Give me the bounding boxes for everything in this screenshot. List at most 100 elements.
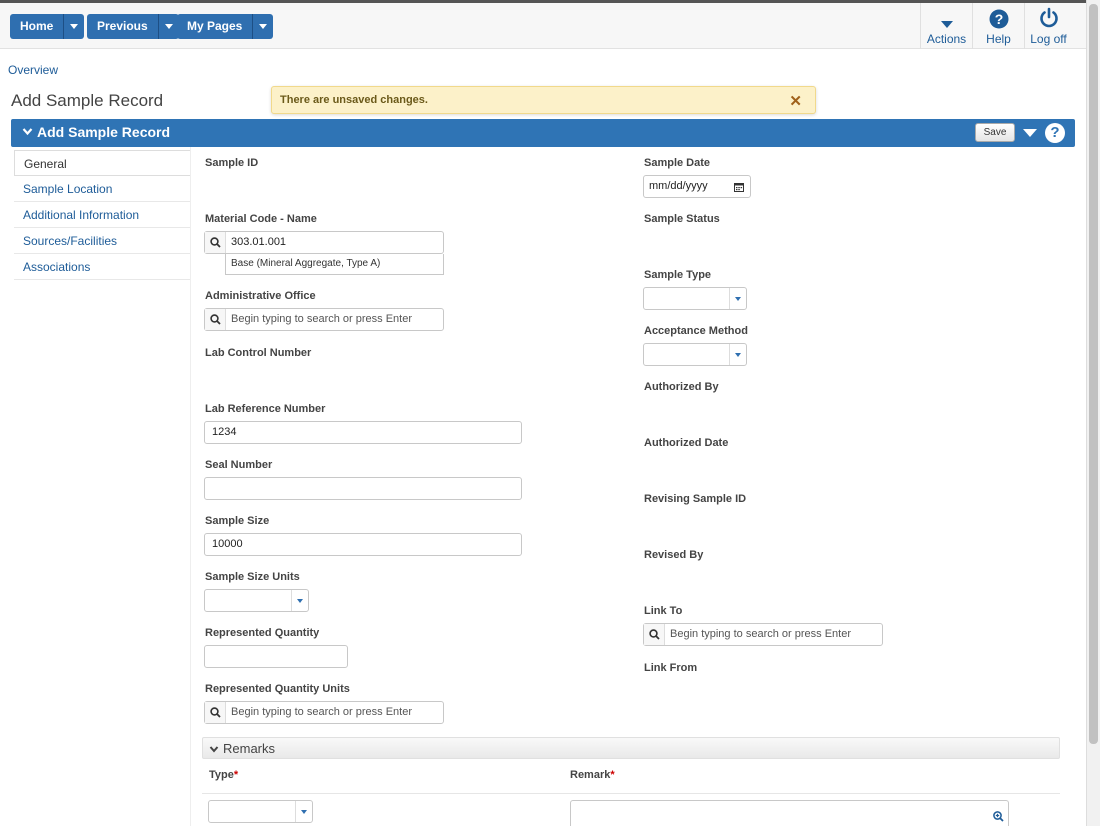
chevron-down-icon[interactable] [22,126,33,137]
search-icon[interactable] [644,624,665,645]
sample-size-label: Sample Size [205,515,270,527]
help-icon: ? [989,9,1008,29]
power-icon [1039,7,1058,28]
revised-by-label: Revised By [644,549,704,561]
sample-id-label: Sample ID [205,157,259,169]
previous-button-group: Previous [87,14,179,39]
home-button[interactable]: Home [10,14,65,39]
page-title: Add Sample Record [11,91,164,110]
unsaved-changes-toast: There are unsaved changes. ✕ [271,86,816,114]
previous-button[interactable]: Previous [87,14,159,39]
help-label: Help [986,32,1011,46]
sidebar-item-general[interactable]: General [14,150,190,176]
close-icon[interactable]: ✕ [789,92,802,110]
save-button[interactable]: Save [975,123,1015,142]
revising-sample-id-label: Revising Sample ID [644,493,747,505]
sidebar-item-sample-location[interactable]: Sample Location [14,176,190,202]
sample-type-label: Sample Type [644,269,712,281]
search-icon[interactable] [205,309,226,330]
chevron-down-icon[interactable] [209,744,219,754]
help-button[interactable]: ? Help [972,3,1024,49]
remarks-section-header[interactable]: Remarks [202,737,1060,759]
represented-quantity-label: Represented Quantity [205,627,320,639]
my-pages-button[interactable]: My Pages [177,14,254,39]
sample-size-input[interactable]: 10000 [204,533,522,556]
lab-reference-number-label: Lab Reference Number [205,403,326,415]
vertical-scrollbar[interactable] [1086,0,1100,826]
administrative-office-placeholder: Begin typing to search or press Enter [231,313,412,325]
represented-quantity-units-search[interactable]: Begin typing to search or press Enter [204,701,444,724]
panel-help-icon[interactable]: ? [1045,123,1065,143]
lab-reference-number-input[interactable]: 1234 [204,421,522,444]
link-to-label: Link To [644,605,683,617]
panel-menu-caret-icon[interactable] [1023,129,1037,137]
my-pages-dropdown-button[interactable] [253,14,274,39]
represented-quantity-units-label: Represented Quantity Units [205,683,350,695]
logoff-label: Log off [1030,32,1067,46]
remarks-type-column-header: Type* [209,769,238,781]
top-navigation-bar: Home Previous My Pages Actions ? Help Lo… [0,3,1086,49]
home-dropdown-button[interactable] [64,14,85,39]
section-sidebar: General Sample Location Additional Infor… [14,150,190,280]
administrative-office-label: Administrative Office [205,290,316,302]
authorized-by-label: Authorized By [644,381,719,393]
sample-date-input[interactable]: mm/dd/yyyy [643,175,751,198]
link-to-search[interactable]: Begin typing to search or press Enter [643,623,883,646]
chevron-down-icon [259,24,268,29]
chevron-down-icon[interactable] [729,288,746,309]
logoff-button[interactable]: Log off [1024,3,1072,49]
home-button-group: Home [10,14,85,39]
remark-textarea[interactable] [570,800,1009,826]
acceptance-method-select[interactable] [643,343,747,366]
chevron-down-icon[interactable] [295,801,312,822]
lab-control-number-label: Lab Control Number [205,347,312,359]
remarks-title: Remarks [223,741,276,756]
sample-size-units-select[interactable] [204,589,309,612]
search-icon[interactable] [205,232,226,253]
chevron-down-icon [164,24,173,29]
actions-caret-icon [940,21,953,28]
panel-title: Add Sample Record [37,124,171,140]
seal-number-label: Seal Number [205,459,273,471]
chevron-down-icon[interactable] [729,344,746,365]
link-from-label: Link From [644,662,698,674]
sidebar-item-additional-information[interactable]: Additional Information [14,202,190,228]
seal-number-input[interactable] [204,477,522,500]
remark-column-label: Remark [570,769,611,781]
my-pages-button-group: My Pages [177,14,274,39]
svg-text:?: ? [994,11,1003,27]
type-column-label: Type [209,769,234,781]
zoom-in-icon[interactable] [993,811,1004,822]
breadcrumb-overview-link[interactable]: Overview [8,63,58,77]
acceptance-method-label: Acceptance Method [644,325,748,337]
material-code-value: 303.01.001 [231,236,287,248]
chevron-down-icon [70,24,79,29]
represented-quantity-units-placeholder: Begin typing to search or press Enter [231,706,412,718]
chevron-down-icon[interactable] [291,590,308,611]
remarks-remark-column-header: Remark* [570,769,615,781]
administrative-office-search[interactable]: Begin typing to search or press Enter [204,308,444,331]
calendar-icon[interactable] [734,182,744,192]
material-code-search[interactable]: 303.01.001 [204,231,444,254]
material-code-description: Base (Mineral Aggregate, Type A) [225,254,444,275]
authorized-date-label: Authorized Date [644,437,729,449]
sample-status-label: Sample Status [644,213,720,225]
actions-button[interactable]: Actions [920,3,972,49]
panel-header: Add Sample Record Save ? [11,119,1075,147]
search-icon[interactable] [205,702,226,723]
material-code-label: Material Code - Name [205,213,317,225]
sample-date-label: Sample Date [644,157,711,169]
sample-size-units-label: Sample Size Units [205,571,300,583]
actions-label: Actions [926,32,967,46]
sample-type-select[interactable] [643,287,747,310]
link-to-placeholder: Begin typing to search or press Enter [670,628,851,640]
remark-type-select[interactable] [208,800,313,823]
scrollbar-thumb[interactable] [1089,4,1098,744]
required-marker: * [610,769,615,781]
sidebar-item-sources-facilities[interactable]: Sources/Facilities [14,228,190,254]
required-marker: * [233,769,239,781]
toast-message: There are unsaved changes. [280,94,428,106]
represented-quantity-input[interactable] [204,645,348,668]
sidebar-item-associations[interactable]: Associations [14,254,190,280]
previous-dropdown-button[interactable] [158,14,179,39]
